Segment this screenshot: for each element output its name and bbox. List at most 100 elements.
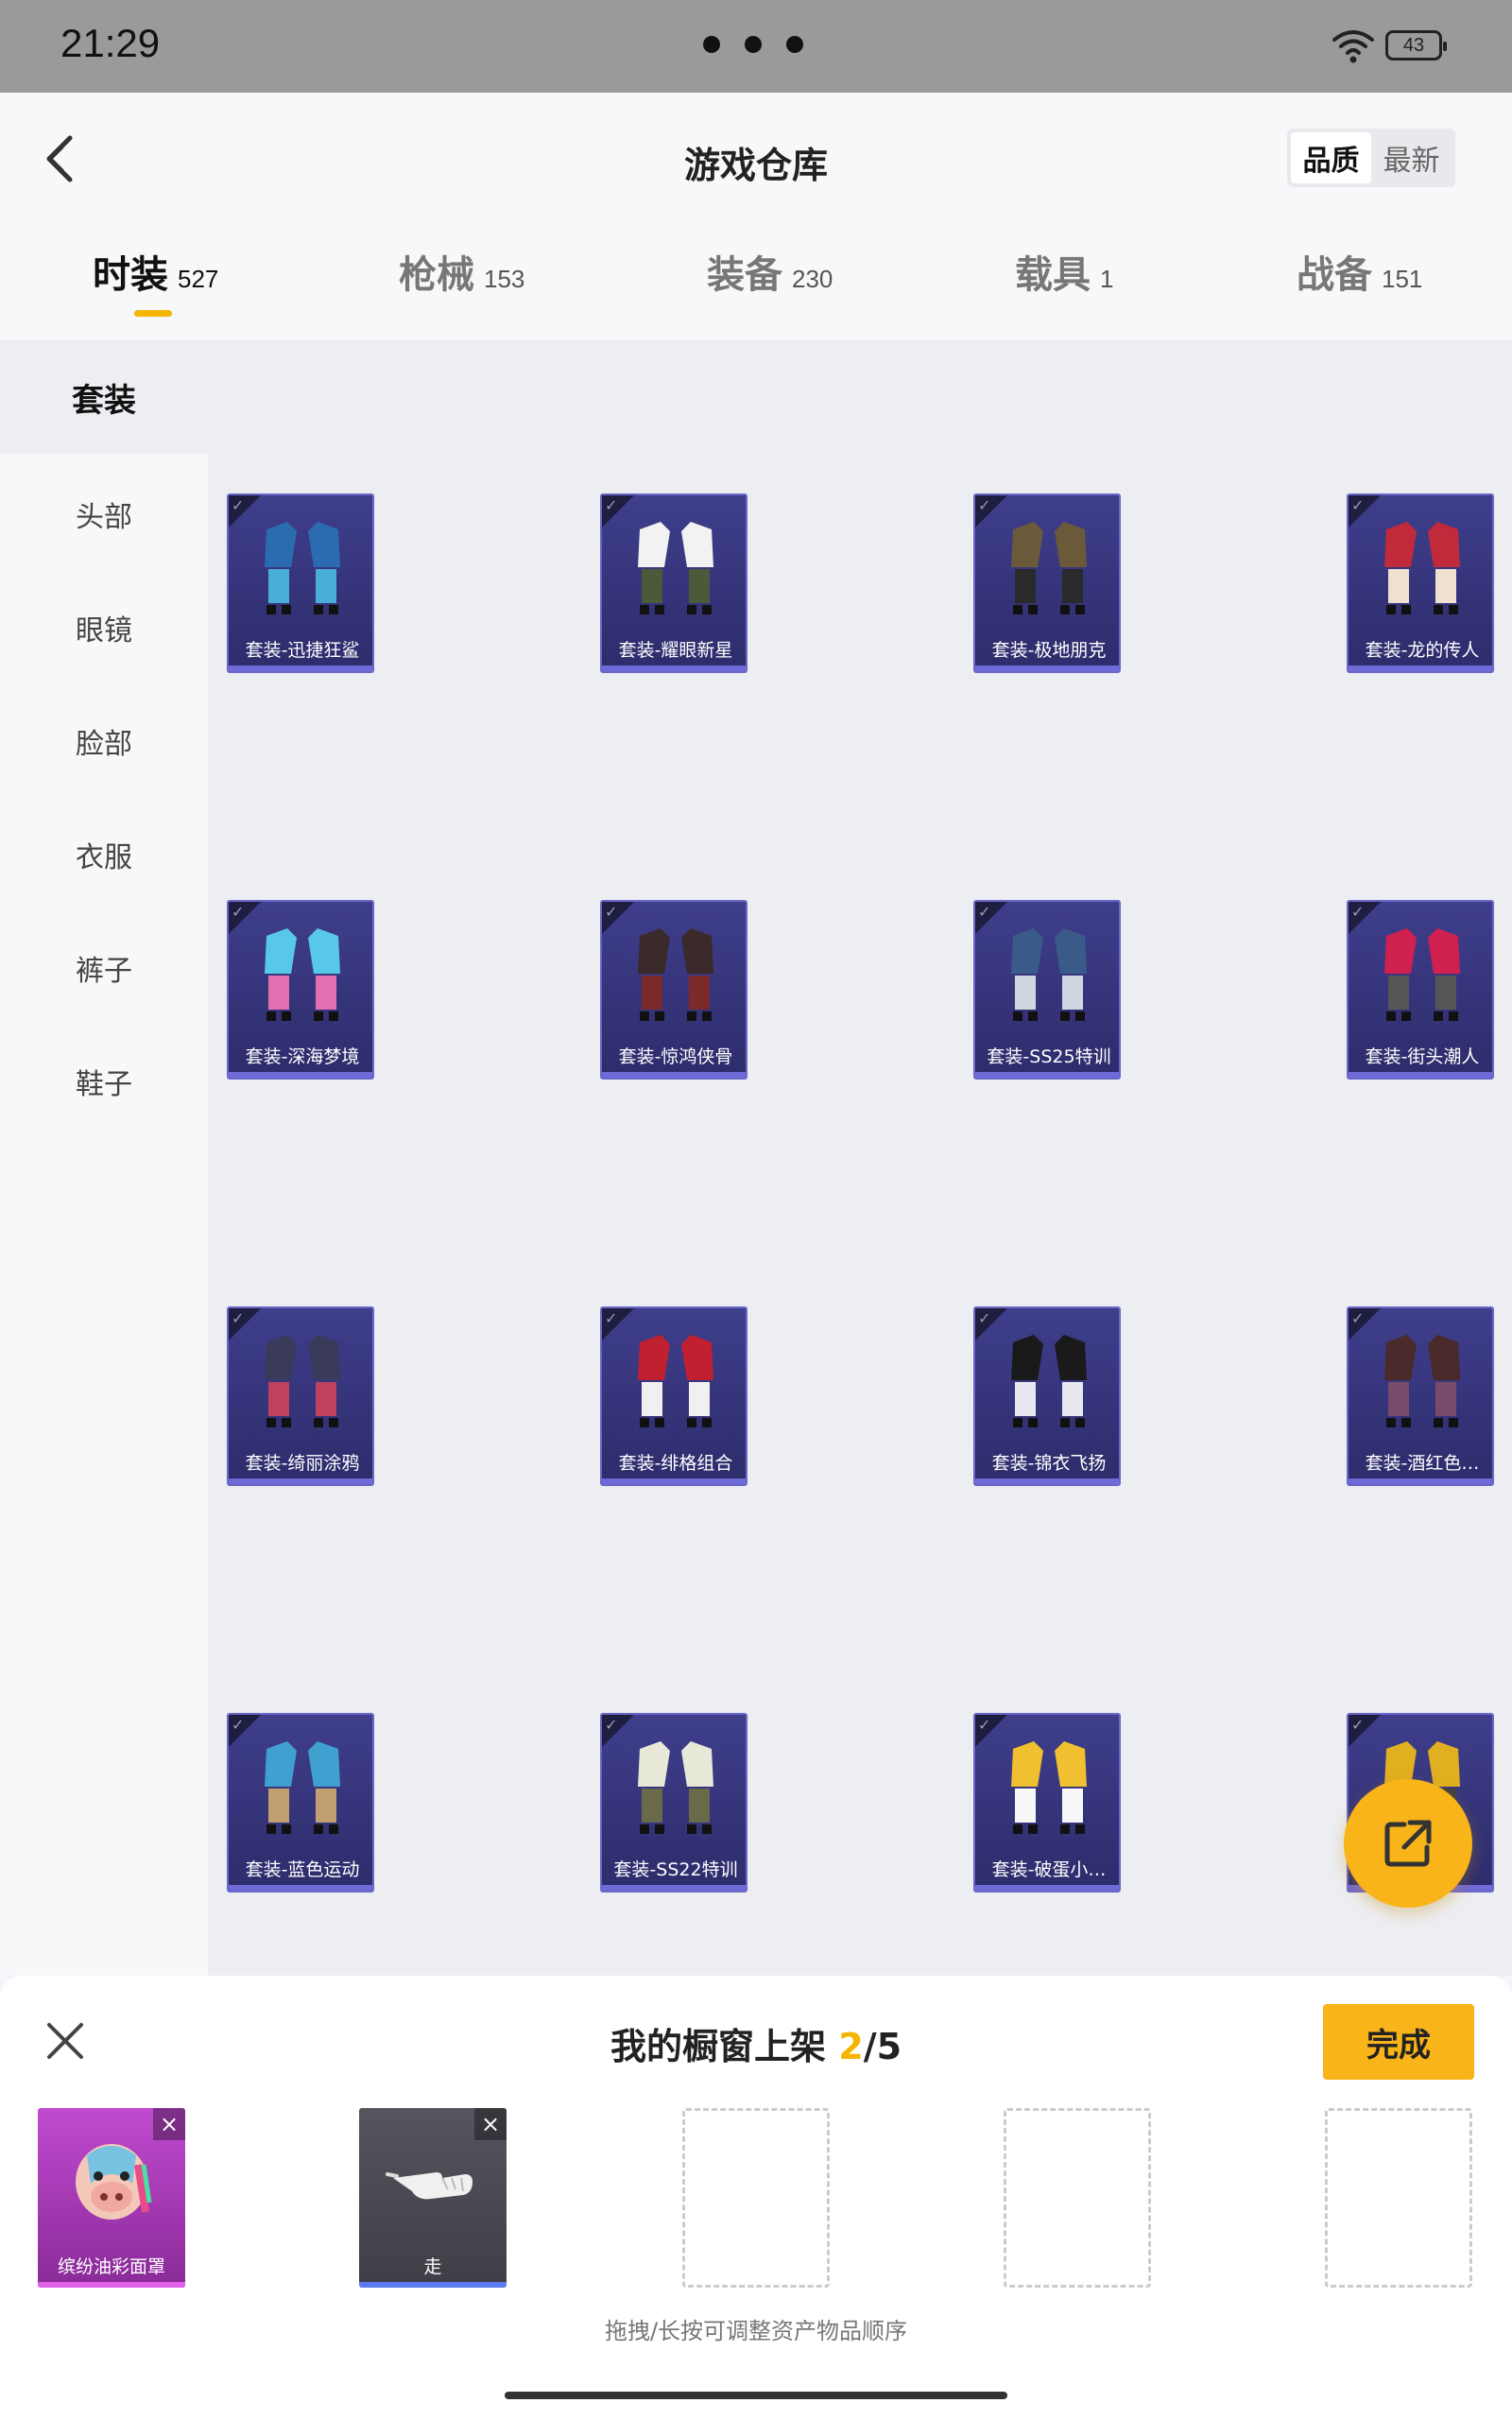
- checkmark-icon: ✓: [232, 903, 245, 921]
- checkmark-icon: ✓: [605, 1309, 618, 1327]
- tab-fashion[interactable]: 时装 527: [93, 244, 218, 320]
- rarity-bar: [602, 1478, 746, 1484]
- checkmark-icon: ✓: [232, 1716, 245, 1734]
- showcase-slot-empty[interactable]: [1004, 2108, 1151, 2288]
- outfit-card[interactable]: ✓ 套装-锦衣飞扬: [973, 1306, 1121, 1486]
- outfit-name: 套装-耀眼新星: [618, 640, 733, 661]
- battery-icon: 43: [1385, 30, 1447, 60]
- outfit-card[interactable]: ✓ 套装-绯格组合: [600, 1306, 747, 1486]
- checkmark-icon: ✓: [1351, 903, 1365, 921]
- sort-toggle[interactable]: 品质 最新: [1287, 129, 1455, 187]
- outfit-card[interactable]: ✓ 套装-耀眼新星: [600, 493, 747, 673]
- tab-label: 战备: [1297, 253, 1372, 297]
- active-tab-indicator: [134, 310, 172, 317]
- outfit-art-icon: [265, 522, 340, 614]
- outfit-card[interactable]: ✓ 套装-龙的传人: [1347, 493, 1494, 673]
- sidebar-item-face[interactable]: 脸部: [0, 720, 208, 762]
- rarity-bar: [1349, 666, 1492, 671]
- sidebar-item-shoes[interactable]: 鞋子: [0, 1061, 208, 1102]
- outfit-art-icon: [638, 1335, 713, 1427]
- done-button[interactable]: 完成: [1323, 2004, 1474, 2080]
- showcase-slot-empty[interactable]: [1325, 2108, 1472, 2288]
- outfit-card[interactable]: ✓ 套装-深海梦境: [227, 900, 374, 1080]
- status-bar: 21:29 43: [0, 0, 1512, 93]
- remove-slot-icon[interactable]: ×: [474, 2108, 507, 2140]
- rarity-bar: [602, 1885, 746, 1891]
- tab-count: 1: [1100, 265, 1114, 293]
- outfit-name: 套装-破蛋小…: [991, 1859, 1107, 1880]
- tab-guns[interactable]: 枪械 153: [399, 244, 524, 320]
- item-grid: ✓ 套装-迅捷狂鲨 ✓ 套装-耀眼新星 ✓ 套装-极地朋克 ✓ 套装-龙的传人 ✓ 套装-深海梦境…: [208, 340, 1512, 1976]
- showcase-total-count: /5: [863, 2026, 902, 2067]
- showcase-slot-2[interactable]: × 走: [359, 2108, 507, 2288]
- outfit-card[interactable]: ✓ 套装-极地朋克: [973, 493, 1121, 673]
- multitask-dots-icon[interactable]: [703, 36, 803, 53]
- outfit-art-icon: [265, 1335, 340, 1427]
- outfit-card[interactable]: ✓ 套装-街头潮人: [1347, 900, 1494, 1080]
- checkmark-icon: ✓: [1351, 496, 1365, 514]
- share-button[interactable]: [1344, 1779, 1472, 1908]
- tab-count: 151: [1382, 265, 1423, 293]
- checkmark-icon: ✓: [605, 496, 618, 514]
- slot-label: 缤纷油彩面罩: [57, 2256, 165, 2277]
- tab-label: 枪械: [399, 253, 474, 297]
- tab-count: 230: [792, 265, 833, 293]
- tab-vehicles[interactable]: 载具 1: [1015, 244, 1113, 320]
- outfit-card[interactable]: ✓ 套装-酒红色…: [1347, 1306, 1494, 1486]
- tab-supplies[interactable]: 战备 151: [1297, 244, 1422, 320]
- tab-label: 装备: [707, 253, 782, 297]
- rarity-bar: [975, 1072, 1119, 1078]
- tab-label: 载具: [1015, 253, 1091, 297]
- showcase-slot-empty[interactable]: [682, 2108, 830, 2288]
- sidebar-item-head[interactable]: 头部: [0, 493, 208, 535]
- outfit-card[interactable]: ✓ 套装-蓝色运动: [227, 1713, 374, 1893]
- rarity-bar: [975, 1478, 1119, 1484]
- pointing-hand-icon: [386, 2172, 472, 2200]
- rarity-bar: [975, 666, 1119, 671]
- rarity-bar: [229, 1072, 372, 1078]
- outfit-art-icon: [1011, 522, 1087, 614]
- mask-icon: [76, 2144, 152, 2220]
- outfit-art-icon: [638, 1741, 713, 1834]
- sort-option-quality[interactable]: 品质: [1291, 132, 1371, 183]
- outfit-name: 套装-绯格组合: [618, 1453, 733, 1474]
- outfit-card[interactable]: ✓ 套装-SS25特训: [973, 900, 1121, 1080]
- checkmark-icon: ✓: [232, 1309, 245, 1327]
- remove-slot-icon[interactable]: ×: [153, 2108, 185, 2140]
- rarity-bar: [229, 1478, 372, 1484]
- tab-equipment[interactable]: 装备 230: [707, 244, 833, 320]
- checkmark-icon: ✓: [978, 496, 991, 514]
- checkmark-icon: ✓: [978, 903, 991, 921]
- tab-count: 153: [484, 265, 525, 293]
- outfit-name: 套装-深海梦境: [245, 1046, 360, 1067]
- checkmark-icon: ✓: [605, 903, 618, 921]
- outfit-card[interactable]: ✓ 套装-破蛋小…: [973, 1713, 1121, 1893]
- outfit-card[interactable]: ✓ 套装-迅捷狂鲨: [227, 493, 374, 673]
- outfit-art-icon: [1384, 1335, 1460, 1427]
- tab-label: 时装: [93, 253, 168, 297]
- rarity-bar: [1349, 1072, 1492, 1078]
- header: 游戏仓库 品质 最新 时装 527 枪械 153 装备 230 载具 1 战备 …: [0, 93, 1512, 340]
- outfit-card[interactable]: ✓ 套装-惊鸿侠骨: [600, 900, 747, 1080]
- outfit-name: 套装-极地朋克: [991, 640, 1107, 661]
- slot-rarity-bar: [38, 2282, 185, 2288]
- showcase-current-count: 2: [838, 2026, 864, 2067]
- outfit-art-icon: [265, 928, 340, 1021]
- outfit-card[interactable]: ✓ 套装-绮丽涂鸦: [227, 1306, 374, 1486]
- home-indicator[interactable]: [505, 2392, 1007, 2399]
- sidebar-item-clothes[interactable]: 衣服: [0, 834, 208, 875]
- page-title: 游戏仓库: [683, 145, 828, 186]
- showcase-slot-1[interactable]: × 缤纷油彩面罩: [38, 2108, 185, 2288]
- outfit-art-icon: [638, 928, 713, 1021]
- sort-option-newest[interactable]: 最新: [1371, 132, 1452, 183]
- sidebar-item-outfit[interactable]: 套装: [0, 340, 208, 454]
- showcase-panel: 我的橱窗上架 2/5 完成 × 缤纷油彩面罩 × 走 拖拽/长按可调整资产物品顺…: [0, 1976, 1512, 2420]
- outfit-name: 套装-龙的传人: [1365, 640, 1480, 661]
- checkmark-icon: ✓: [978, 1309, 991, 1327]
- sidebar-item-glasses[interactable]: 眼镜: [0, 607, 208, 648]
- sidebar-item-pants[interactable]: 裤子: [0, 947, 208, 989]
- outfit-name: 套装-SS22特训: [613, 1859, 738, 1880]
- outfit-card[interactable]: ✓ 套装-SS22特训: [600, 1713, 747, 1893]
- rarity-bar: [1349, 1478, 1492, 1484]
- outfit-name: 套装-酒红色…: [1365, 1453, 1480, 1474]
